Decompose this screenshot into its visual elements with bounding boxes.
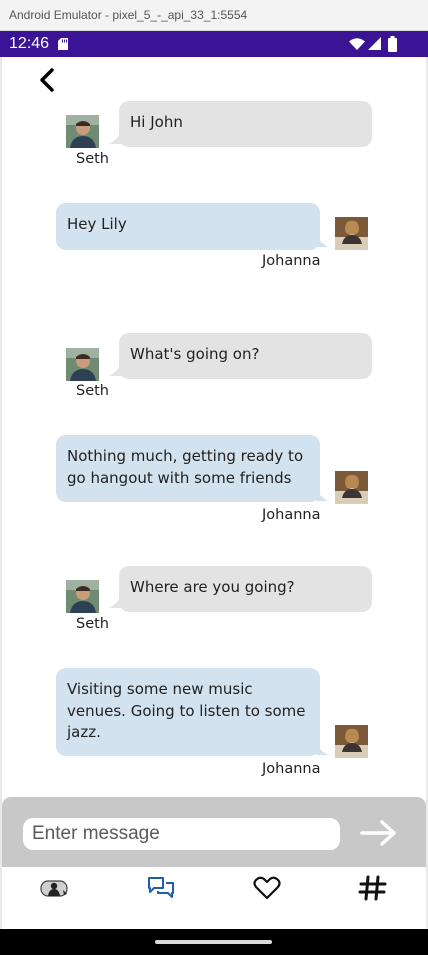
message-bubble: Hey Lily (56, 203, 320, 250)
heart-icon[interactable] (252, 875, 282, 901)
emulator-title: Android Emulator - pixel_5_-_api_33_1:55… (9, 8, 248, 22)
avatar-seth (66, 348, 99, 381)
status-bar: 12:46 (0, 31, 428, 57)
chat-icon[interactable] (146, 875, 176, 901)
message-bubble: Visiting some new music venues. Going to… (56, 668, 320, 756)
message-input[interactable] (23, 818, 340, 850)
message-text: Nothing much, getting ready to go hangou… (67, 447, 304, 487)
hashtag-icon[interactable] (358, 875, 388, 901)
message-text: What's going on? (130, 345, 260, 363)
send-icon[interactable] (360, 819, 398, 847)
profile-icon[interactable] (40, 875, 70, 901)
avatar-seth (66, 115, 99, 148)
message-text: Where are you going? (130, 578, 295, 596)
avatar-johanna (335, 725, 368, 758)
message-bubble: What's going on? (119, 333, 372, 379)
bottom-nav (2, 867, 426, 929)
avatar-johanna (335, 471, 368, 504)
message-bubble: Hi John (119, 101, 372, 147)
avatar-seth (66, 580, 99, 613)
message-text: Visiting some new music venues. Going to… (67, 680, 306, 741)
sd-card-icon (58, 38, 68, 50)
sender-name: Seth (76, 151, 110, 167)
message-bubble: Nothing much, getting ready to go hangou… (56, 435, 320, 502)
message-text: Hey Lily (67, 215, 127, 233)
status-time: 12:46 (9, 35, 50, 52)
sender-name: Johanna (262, 507, 321, 523)
wifi-icon (349, 38, 365, 50)
message-text: Hi John (130, 113, 183, 131)
message-bubble: Where are you going? (119, 566, 372, 612)
avatar-johanna (335, 217, 368, 250)
battery-icon (388, 36, 397, 52)
sender-name: Seth (76, 383, 110, 399)
emulator-titlebar: Android Emulator - pixel_5_-_api_33_1:55… (0, 0, 428, 31)
gesture-bar (0, 929, 428, 955)
sender-name: Johanna (262, 761, 321, 777)
page-edge (0, 57, 2, 930)
signal-icon (368, 37, 381, 50)
sender-name: Johanna (262, 253, 321, 269)
message-composer (2, 797, 426, 867)
back-button[interactable] (35, 65, 61, 95)
home-gesture-handle[interactable] (155, 940, 272, 944)
sender-name: Seth (76, 616, 110, 632)
